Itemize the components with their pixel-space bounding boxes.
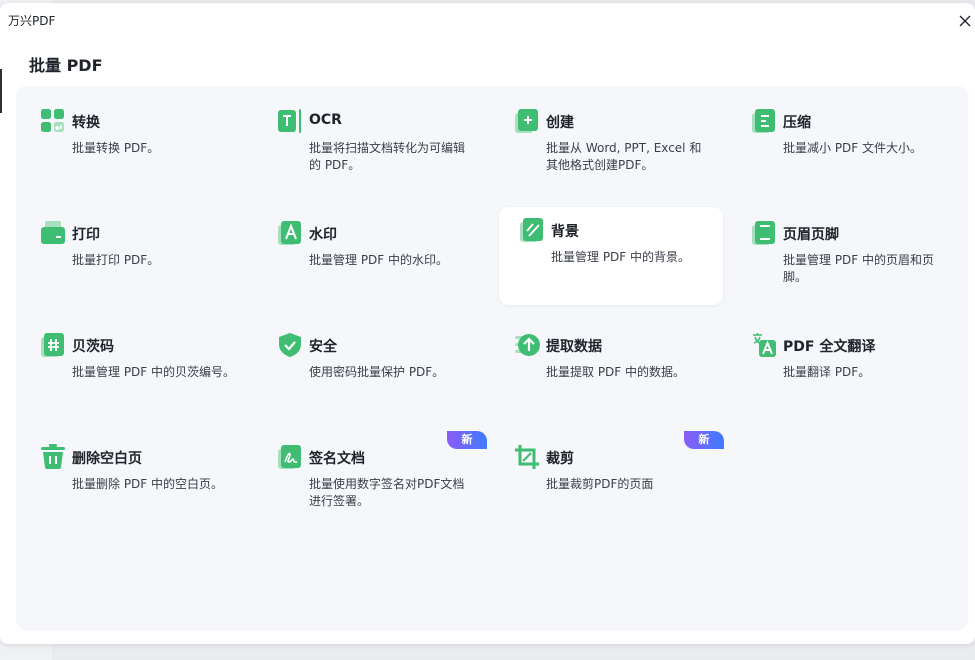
tool-title: 水印 [309,227,337,243]
tool-title: 页眉页脚 [783,227,839,243]
tool-title: 删除空白页 [72,451,142,467]
close-icon[interactable] [955,11,975,31]
tool-description: 批量打印 PDF。 [72,253,160,267]
shield-icon [279,333,301,357]
batch-pdf-dialog: 万兴PDF 批量 PDF 转换 批量转换 PDF。 OCR 批量将扫描文档转化为… [0,3,975,644]
tool-description: 批量管理 PDF 中的水印。 [309,253,449,267]
watermark-icon [278,221,301,245]
tool-card-watermark[interactable]: 水印 批量管理 PDF 中的水印。 [257,210,481,308]
tool-description: 批量将扫描文档转化为可编辑的 PDF。 [309,141,466,172]
translate-icon [753,333,776,357]
sign-icon [278,445,301,469]
tool-card-background[interactable]: 背景 批量管理 PDF 中的背景。 [499,207,723,305]
tool-card-header-footer[interactable]: 页眉页脚 批量管理 PDF 中的页眉和页脚。 [731,210,955,308]
tool-title: 转换 [72,115,100,131]
window-title: 万兴PDF [8,14,56,28]
tool-title: 签名文档 [309,451,365,467]
tool-description: 批量从 Word, PPT, Excel 和其他格式创建PDF。 [546,141,702,172]
header-footer-icon [752,221,775,245]
tool-title: 打印 [72,227,100,243]
tool-card-print[interactable]: 打印 批量打印 PDF。 [20,210,244,308]
tool-description: 批量删除 PDF 中的空白页。 [72,477,224,491]
background-icon [520,218,543,242]
tool-card-create[interactable]: 创建 批量从 Word, PPT, Excel 和其他格式创建PDF。 [494,98,718,196]
tool-description: 批量管理 PDF 中的贝茨编号。 [72,365,236,379]
tool-card-translate[interactable]: PDF 全文翻译 批量翻译 PDF。 [731,322,955,420]
new-badge: 新 [684,431,724,449]
tool-description: 批量提取 PDF 中的数据。 [546,365,686,379]
tool-card-delete-blank-pages[interactable]: 删除空白页 批量删除 PDF 中的空白页。 [20,434,244,532]
tool-card-bates[interactable]: 贝茨码 批量管理 PDF 中的贝茨编号。 [20,322,244,420]
ocr-icon [278,109,301,133]
tool-title: 创建 [546,115,574,131]
convert-icon [41,109,64,132]
tool-title: 压缩 [783,115,811,131]
page-title: 批量 PDF [29,56,103,75]
trash-icon [41,444,65,469]
tool-title: 背景 [551,224,579,240]
tool-title: PDF 全文翻译 [783,339,876,355]
tool-description: 批量翻译 PDF。 [783,365,871,379]
tool-card-security[interactable]: 安全 使用密码批量保护 PDF。 [257,322,481,420]
compress-icon [752,109,775,133]
tools-grid: 转换 批量转换 PDF。 OCR 批量将扫描文档转化为可编辑的 PDF。 创建 … [16,86,968,630]
tool-description: 批量转换 PDF。 [72,141,160,155]
create-icon [515,109,538,133]
tool-title: 提取数据 [546,339,602,355]
crop-icon [515,445,539,469]
tool-title: OCR [309,112,342,128]
tool-card-extract-data[interactable]: 提取数据 批量提取 PDF 中的数据。 [494,322,718,420]
tool-card-crop[interactable]: 新 裁剪 批量裁剪PDF的页面 [500,431,724,529]
tool-card-convert[interactable]: 转换 批量转换 PDF。 [20,98,244,196]
new-badge: 新 [447,431,487,449]
tool-description: 批量减小 PDF 文件大小。 [783,141,923,155]
print-icon [41,221,65,244]
tool-card-ocr[interactable]: OCR 批量将扫描文档转化为可编辑的 PDF。 [257,98,481,196]
tool-card-compress[interactable]: 压缩 批量减小 PDF 文件大小。 [731,98,955,196]
tool-title: 裁剪 [546,451,574,467]
bates-icon [41,333,64,357]
tool-card-sign-document[interactable]: 新 签名文档 批量使用数字签名对PDF文档进行签署。 [263,431,487,529]
tool-title: 安全 [309,339,337,355]
tool-description: 批量裁剪PDF的页面 [546,477,654,491]
tool-description: 批量管理 PDF 中的页眉和页脚。 [783,253,935,284]
tool-title: 贝茨码 [72,339,114,355]
extract-icon [515,334,540,356]
divider [0,69,2,113]
tool-description: 批量管理 PDF 中的背景。 [551,250,691,264]
tool-description: 使用密码批量保护 PDF。 [309,365,445,379]
tool-description: 批量使用数字签名对PDF文档进行签署。 [309,477,465,508]
